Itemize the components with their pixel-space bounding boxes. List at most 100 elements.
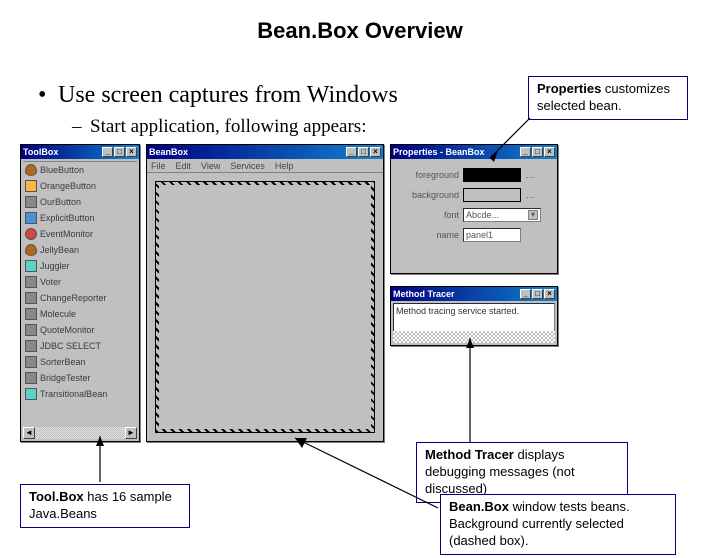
resize-grip[interactable] bbox=[393, 331, 555, 343]
maximize-icon[interactable]: □ bbox=[532, 289, 543, 299]
beanbox-selection[interactable] bbox=[155, 181, 375, 433]
bean-icon bbox=[25, 372, 37, 384]
close-icon[interactable]: × bbox=[370, 147, 381, 157]
list-item-label: TransitionalBean bbox=[40, 389, 107, 399]
maximize-icon[interactable]: □ bbox=[114, 147, 125, 157]
list-item[interactable]: SorterBean bbox=[23, 354, 137, 370]
prop-label: font bbox=[399, 210, 459, 220]
color-swatch[interactable] bbox=[463, 188, 521, 202]
close-icon[interactable]: × bbox=[544, 289, 555, 299]
list-item[interactable]: BridgeTester bbox=[23, 370, 137, 386]
name-field[interactable]: panel1 bbox=[463, 228, 521, 242]
tracer-title: Method Tracer bbox=[393, 289, 455, 299]
callout-tracer-strong: Method Tracer bbox=[425, 447, 514, 462]
prop-label: foreground bbox=[399, 170, 459, 180]
scrollbar-horizontal[interactable]: ◄ ► bbox=[23, 427, 137, 439]
bean-icon bbox=[25, 260, 37, 272]
bean-icon bbox=[25, 356, 37, 368]
list-item[interactable]: BlueButton bbox=[23, 162, 137, 178]
menu-edit[interactable]: Edit bbox=[176, 161, 192, 171]
bean-icon bbox=[25, 212, 37, 224]
minimize-icon[interactable]: _ bbox=[520, 289, 531, 299]
color-swatch[interactable] bbox=[463, 168, 521, 182]
list-item-label: Molecule bbox=[40, 309, 76, 319]
toolbox-list: BlueButton OrangeButton OurButton Explic… bbox=[23, 161, 137, 427]
bean-icon bbox=[25, 340, 37, 352]
list-item[interactable]: JDBC SELECT bbox=[23, 338, 137, 354]
list-item-label: BridgeTester bbox=[40, 373, 91, 383]
bean-icon bbox=[25, 276, 37, 288]
list-item[interactable]: TransitionalBean bbox=[23, 386, 137, 402]
font-combo[interactable]: Abcde... ▾ bbox=[463, 208, 541, 222]
close-icon[interactable]: × bbox=[544, 147, 555, 157]
beanbox-canvas[interactable] bbox=[149, 175, 381, 439]
prop-row-background: background … bbox=[399, 185, 549, 205]
list-item[interactable]: JellyBean bbox=[23, 242, 137, 258]
menu-view[interactable]: View bbox=[201, 161, 220, 171]
window-properties: Properties - BeanBox _ □ × foreground … … bbox=[390, 144, 558, 274]
scroll-right-icon[interactable]: ► bbox=[125, 427, 137, 439]
minimize-icon[interactable]: _ bbox=[520, 147, 531, 157]
list-item[interactable]: Molecule bbox=[23, 306, 137, 322]
callout-toolbox-strong: Tool.Box bbox=[29, 489, 84, 504]
ellipsis-icon[interactable]: … bbox=[525, 190, 535, 200]
list-item-label: ChangeReporter bbox=[40, 293, 107, 303]
scroll-track[interactable] bbox=[35, 427, 125, 439]
list-item-label: ExplicitButton bbox=[40, 213, 95, 223]
toolbox-titlebar: ToolBox _ □ × bbox=[21, 145, 139, 159]
properties-title: Properties - BeanBox bbox=[393, 147, 485, 157]
bean-icon bbox=[25, 196, 37, 208]
list-item-label: JellyBean bbox=[40, 245, 79, 255]
window-beanbox: BeanBox _ □ × File Edit View Services He… bbox=[146, 144, 384, 442]
maximize-icon[interactable]: □ bbox=[358, 147, 369, 157]
menu-help[interactable]: Help bbox=[275, 161, 294, 171]
screenshot-area: ToolBox _ □ × BlueButton OrangeButton Ou… bbox=[20, 144, 560, 444]
list-item[interactable]: Juggler bbox=[23, 258, 137, 274]
bean-icon bbox=[25, 388, 37, 400]
menu-services[interactable]: Services bbox=[230, 161, 265, 171]
list-item-label: JDBC SELECT bbox=[40, 341, 101, 351]
callout-beanbox: Bean.Box window tests beans. Background … bbox=[440, 494, 676, 555]
minimize-icon[interactable]: _ bbox=[346, 147, 357, 157]
bean-icon bbox=[25, 324, 37, 336]
list-item-label: SorterBean bbox=[40, 357, 86, 367]
list-item[interactable]: OurButton bbox=[23, 194, 137, 210]
bean-icon bbox=[25, 292, 37, 304]
bullet-sub: Start application, following appears: bbox=[90, 116, 366, 138]
window-toolbox: ToolBox _ □ × BlueButton OrangeButton Ou… bbox=[20, 144, 140, 442]
prop-row-font: font Abcde... ▾ bbox=[399, 205, 549, 225]
bullet-main: Use screen captures from Windows bbox=[58, 82, 398, 109]
maximize-icon[interactable]: □ bbox=[532, 147, 543, 157]
menu-file[interactable]: File bbox=[151, 161, 166, 171]
chevron-down-icon[interactable]: ▾ bbox=[528, 210, 538, 220]
callout-beanbox-strong: Bean.Box bbox=[449, 499, 509, 514]
list-item[interactable]: QuoteMonitor bbox=[23, 322, 137, 338]
list-item[interactable]: ChangeReporter bbox=[23, 290, 137, 306]
window-method-tracer: Method Tracer _ □ × Method tracing servi… bbox=[390, 286, 558, 346]
list-item-label: OurButton bbox=[40, 197, 81, 207]
list-item[interactable]: Voter bbox=[23, 274, 137, 290]
slide-title: Bean.Box Overview bbox=[0, 18, 720, 44]
ellipsis-icon[interactable]: … bbox=[525, 170, 535, 180]
prop-row-foreground: foreground … bbox=[399, 165, 549, 185]
list-item-label: BlueButton bbox=[40, 165, 84, 175]
list-item-label: OrangeButton bbox=[40, 181, 96, 191]
prop-row-name: name panel1 bbox=[399, 225, 549, 245]
list-item[interactable]: EventMonitor bbox=[23, 226, 137, 242]
name-field-value: panel1 bbox=[466, 230, 493, 240]
tracer-message: Method tracing service started. bbox=[396, 306, 519, 316]
beanbox-titlebar: BeanBox _ □ × bbox=[147, 145, 383, 159]
minimize-icon[interactable]: _ bbox=[102, 147, 113, 157]
font-combo-value: Abcde... bbox=[466, 210, 499, 220]
close-icon[interactable]: × bbox=[126, 147, 137, 157]
callout-toolbox: Tool.Box has 16 sample Java.Beans bbox=[20, 484, 190, 528]
list-item[interactable]: OrangeButton bbox=[23, 178, 137, 194]
scroll-left-icon[interactable]: ◄ bbox=[23, 427, 35, 439]
list-item[interactable]: ExplicitButton bbox=[23, 210, 137, 226]
callout-properties-strong: Properties bbox=[537, 81, 601, 96]
list-item-label: EventMonitor bbox=[40, 229, 93, 239]
bean-icon bbox=[25, 164, 37, 176]
toolbox-title: ToolBox bbox=[23, 147, 58, 157]
properties-body: foreground … background … font Abcde... … bbox=[393, 161, 555, 271]
properties-titlebar: Properties - BeanBox _ □ × bbox=[391, 145, 557, 159]
